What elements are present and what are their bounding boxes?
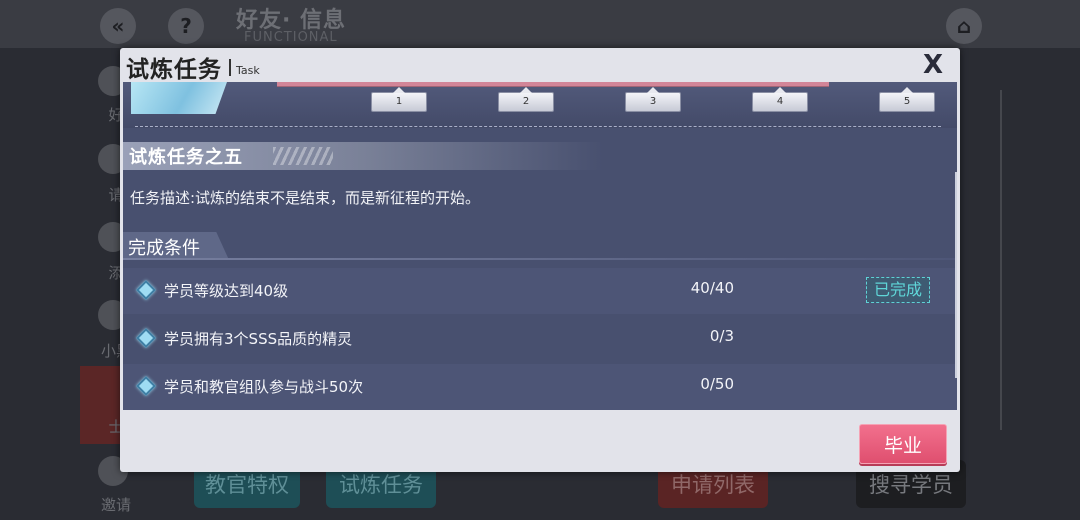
milestone-5[interactable]: 5 bbox=[879, 87, 935, 112]
condition-row: 学员拥有3个SSS品质的精灵 0/3 bbox=[123, 316, 957, 362]
close-button[interactable]: X bbox=[923, 50, 943, 80]
help-icon[interactable]: ? bbox=[168, 8, 204, 44]
content-scrollbar[interactable] bbox=[955, 172, 957, 378]
condition-progress: 0/50 bbox=[700, 375, 734, 393]
side-label-invite[interactable]: 邀请 bbox=[86, 494, 146, 515]
conditions-header-line bbox=[123, 258, 957, 260]
conditions-header: 完成条件 bbox=[123, 232, 957, 260]
progress-track bbox=[277, 82, 829, 87]
diamond-bullet-icon bbox=[136, 376, 156, 396]
condition-text: 学员等级达到40级 bbox=[164, 282, 289, 300]
condition-progress: 40/40 bbox=[690, 279, 734, 297]
milestone-2[interactable]: 2 bbox=[498, 87, 554, 112]
background-subtitle: FUNCTIONAL bbox=[244, 30, 338, 45]
home-icon[interactable]: ⌂ bbox=[946, 8, 982, 44]
back-icon[interactable]: « bbox=[100, 8, 136, 44]
completed-badge: 已完成 bbox=[866, 277, 930, 303]
crystal-decoration bbox=[131, 82, 227, 114]
diamond-bullet-icon bbox=[136, 280, 156, 300]
milestone-strip: 1 2 3 4 5 bbox=[123, 82, 957, 128]
banner-stripes bbox=[273, 147, 333, 165]
conditions-title: 完成条件 bbox=[128, 238, 200, 259]
trial-task-dialog: 试炼任务 Task X 1 2 3 4 5 试炼任务之五 任务描述:试炼的结束不… bbox=[120, 48, 960, 472]
dashed-divider bbox=[135, 126, 941, 127]
title-separator bbox=[229, 59, 231, 76]
dialog-title: 试炼任务 bbox=[126, 57, 222, 83]
background-header bbox=[0, 0, 1080, 48]
condition-row: 学员和教官组队参与战斗50次 0/50 bbox=[123, 364, 957, 410]
condition-text: 学员拥有3个SSS品质的精灵 bbox=[164, 330, 353, 348]
background-divider bbox=[1000, 90, 1002, 430]
milestone-3[interactable]: 3 bbox=[625, 87, 681, 112]
dialog-subtitle: Task bbox=[236, 64, 260, 77]
milestone-1[interactable]: 1 bbox=[371, 87, 427, 112]
task-section-title: 试炼任务之五 bbox=[129, 147, 243, 168]
condition-text: 学员和教官组队参与战斗50次 bbox=[164, 378, 364, 396]
task-section-banner: 试炼任务之五 bbox=[123, 142, 603, 170]
diamond-bullet-icon bbox=[136, 328, 156, 348]
task-content-panel: 1 2 3 4 5 试炼任务之五 任务描述:试炼的结束不是结束，而是新征程的开始… bbox=[123, 82, 957, 410]
task-description: 任务描述:试炼的结束不是结束，而是新征程的开始。 bbox=[130, 189, 481, 207]
milestone-4[interactable]: 4 bbox=[752, 87, 808, 112]
graduate-button[interactable]: 毕业 bbox=[859, 424, 947, 464]
condition-progress: 0/3 bbox=[709, 327, 734, 345]
condition-row: 学员等级达到40级 40/40 已完成 bbox=[123, 268, 957, 314]
